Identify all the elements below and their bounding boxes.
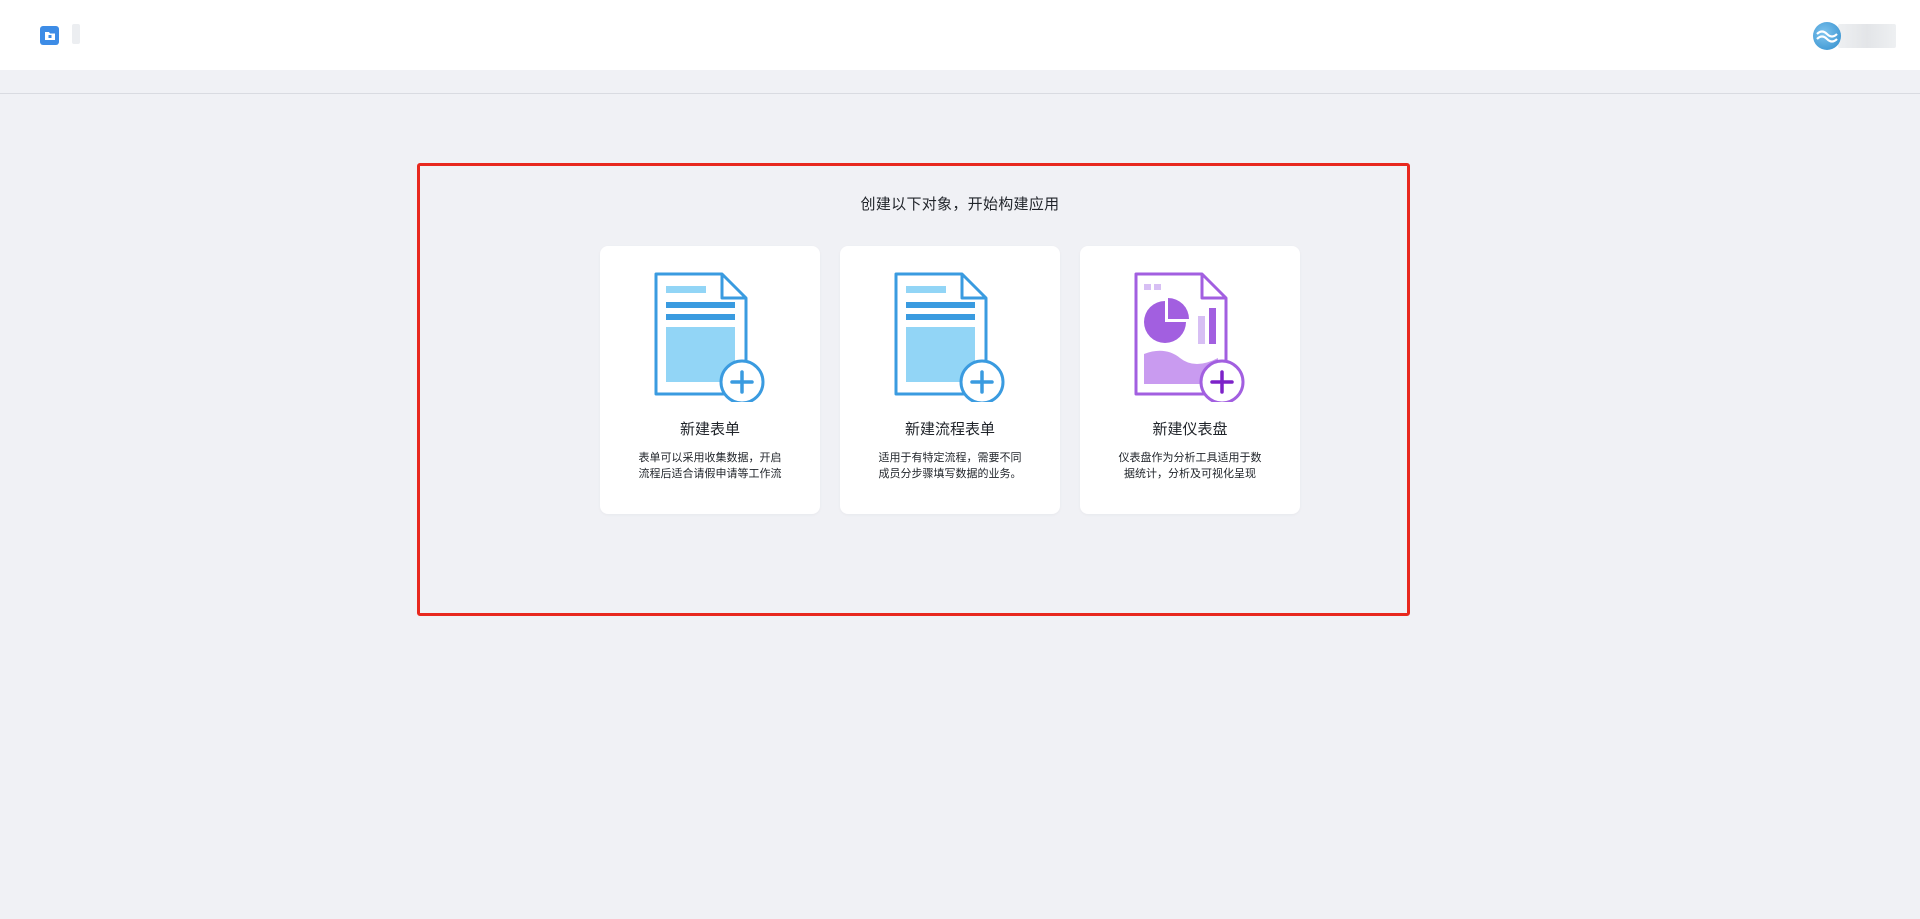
new-dashboard-icon bbox=[1130, 272, 1250, 405]
create-prompt-title: 创建以下对象，开始构建应用 bbox=[860, 195, 1060, 213]
header-divider bbox=[0, 93, 1920, 94]
card-new-process-form[interactable]: 新建流程表单 适用于有特定流程，需要不同 成员分步骤填写数据的业务。 bbox=[840, 246, 1060, 514]
new-form-icon bbox=[650, 272, 770, 405]
app-name-redacted bbox=[72, 24, 80, 44]
app-folder-icon[interactable] bbox=[40, 26, 59, 45]
user-name-redacted bbox=[1838, 24, 1896, 48]
new-process-form-icon bbox=[890, 272, 1010, 405]
card-new-dashboard[interactable]: 新建仪表盘 仪表盘作为分析工具适用于数 据统计，分析及可视化呈现 bbox=[1080, 246, 1300, 514]
card-description: 仪表盘作为分析工具适用于数 据统计，分析及可视化呈现 bbox=[1108, 450, 1272, 482]
card-description-line: 适用于有特定流程，需要不同 bbox=[878, 451, 1022, 464]
card-description-line: 成员分步骤填写数据的业务。 bbox=[878, 467, 1022, 480]
card-description-line: 据统计，分析及可视化呈现 bbox=[1124, 467, 1256, 480]
top-bar bbox=[0, 0, 1920, 70]
card-title: 新建仪表盘 bbox=[1152, 420, 1228, 438]
card-description-line: 表单可以采用收集数据，开启 bbox=[638, 451, 782, 464]
card-title: 新建流程表单 bbox=[904, 420, 995, 438]
user-avatar-icon[interactable] bbox=[1813, 22, 1841, 50]
card-description: 适用于有特定流程，需要不同 成员分步骤填写数据的业务。 bbox=[868, 450, 1032, 482]
user-menu[interactable] bbox=[1810, 20, 1900, 52]
card-title: 新建表单 bbox=[679, 420, 740, 438]
card-new-form[interactable]: 新建表单 表单可以采用收集数据，开启 流程后适合请假申请等工作流 bbox=[600, 246, 820, 514]
card-description-line: 仪表盘作为分析工具适用于数 bbox=[1118, 451, 1262, 464]
card-description: 表单可以采用收集数据，开启 流程后适合请假申请等工作流 bbox=[628, 450, 792, 482]
card-description-line: 流程后适合请假申请等工作流 bbox=[638, 467, 782, 480]
